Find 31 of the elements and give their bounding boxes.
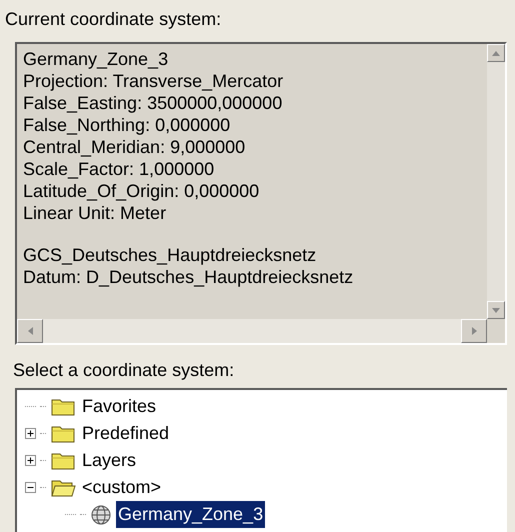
tree-item[interactable]: Layers: [80, 447, 138, 474]
horizontal-scrollbar[interactable]: [17, 319, 487, 343]
tree-item[interactable]: Germany_Zone_3: [116, 501, 266, 528]
globe-icon: [90, 504, 112, 526]
vertical-scrollbar[interactable]: [487, 44, 505, 319]
scroll-up-icon[interactable]: [487, 44, 505, 62]
collapse-icon[interactable]: [25, 482, 36, 493]
folder-icon: [50, 450, 76, 470]
expand-icon[interactable]: [25, 428, 36, 439]
scroll-down-icon[interactable]: [487, 301, 505, 319]
details-line: Linear Unit: Meter: [23, 202, 168, 224]
details-line: Germany_Zone_3: [23, 48, 170, 70]
tree-item[interactable]: Favorites: [80, 393, 158, 420]
section-label: Current coordinate system:: [5, 8, 222, 31]
details-line: False_Northing: 0,000000: [23, 114, 232, 136]
details-line: GCS_Deutsches_Hauptdreiecksnetz: [23, 244, 318, 266]
tree-item[interactable]: Predefined: [80, 420, 172, 447]
details-line: Scale_Factor: 1,000000: [23, 158, 216, 180]
scroll-right-icon[interactable]: [461, 319, 487, 343]
expand-icon[interactable]: [25, 455, 36, 466]
details-line: Projection: Transverse_Mercator: [23, 70, 284, 92]
section-label: Select a coordinate system:: [13, 359, 236, 382]
details-line: Latitude_Of_Origin: 0,000000: [23, 180, 260, 202]
open-folder-icon: [50, 478, 76, 498]
scroll-left-icon[interactable]: [17, 319, 43, 343]
details-line: Datum: D_Deutsches_Hauptdreiecksnetz: [23, 266, 354, 288]
folder-icon: [50, 424, 76, 444]
details-line: Central_Meridian: 9,000000: [23, 136, 246, 158]
details-line: False_Easting: 3500000,000000: [23, 92, 284, 114]
folder-icon: [50, 396, 76, 416]
tree-item[interactable]: <custom>: [80, 474, 164, 501]
